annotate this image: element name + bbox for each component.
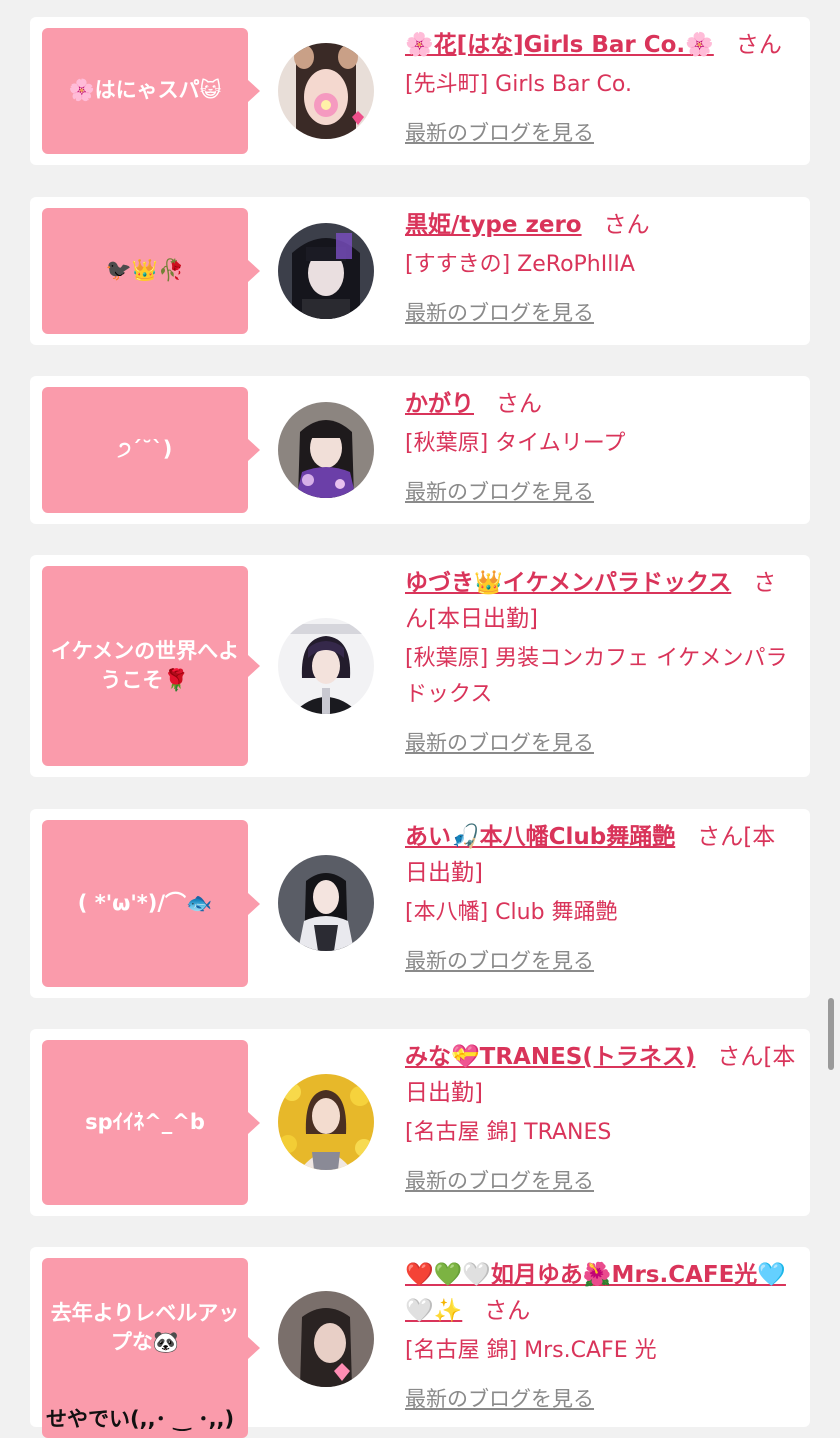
name-line: ゆづき👑イケメンパラドックス さん[本日出勤] (405, 565, 796, 637)
entry-info: 黒姫/type zero さん [すすきの] ZeRoPhIlIA 最新のブログを… (405, 207, 796, 327)
name-line: 🌸花[はな]Girls Bar Co.🌸 さん (405, 27, 796, 63)
message-bubble: spｲｲﾈ^_^b (42, 1040, 260, 1205)
latest-blog-link[interactable]: 最新のブログを見る (405, 727, 594, 757)
shop-label: [先斗町] Girls Bar Co. (405, 72, 632, 97)
honorific: さん (603, 212, 650, 238)
latest-blog-link[interactable]: 最新のブログを見る (405, 476, 594, 506)
entry-info: 🌸花[はな]Girls Bar Co.🌸 さん [先斗町] Girls Bar C… (405, 27, 796, 147)
blog-card: spｲｲﾈ^_^b みな💝TRANES(トラネス) さん[本日出勤] [名古屋 錦… (30, 1029, 810, 1216)
avatar[interactable] (278, 1074, 374, 1170)
message-text: イケメンの世界へようこそ🌹 (50, 638, 240, 692)
avatar[interactable] (278, 1291, 374, 1387)
name-line: あい🎣本八幡Club舞踊艶 さん[本日出勤] (405, 819, 796, 891)
latest-blog-link[interactable]: 最新のブログを見る (405, 1383, 594, 1413)
cast-name-link[interactable]: みな💝TRANES(トラネス) (405, 1044, 695, 1070)
blog-card: ੭ˊ˘ˋ) かがり さん [秋葉原] タイムリープ 最新のブログを見る (30, 376, 810, 524)
message-bubble: ੭ˊ˘ˋ) (42, 387, 260, 513)
message-text: 🐦‍⬛👑🥀 (105, 258, 185, 283)
shop-label: [すすきの] ZeRoPhIlIA (405, 252, 635, 277)
cast-name-link[interactable]: ❤️💚🤍如月ゆあ🌺Mrs.CAFE光🩵🤍✨ (405, 1262, 786, 1324)
avatar[interactable] (278, 855, 374, 951)
portrait-image (278, 1291, 374, 1387)
honorific: さん (735, 32, 782, 58)
shop-label: [秋葉原] タイムリープ (405, 431, 626, 456)
message-text: ( *'ω'*)/⌒🐟 (77, 890, 213, 915)
honorific: さん (484, 1298, 531, 1324)
shop-label: [名古屋 錦] Mrs.CAFE 光 (405, 1338, 657, 1363)
avatar[interactable] (278, 223, 374, 319)
message-text: 🌸はにゃスパ😺 (68, 78, 222, 103)
cast-name-link[interactable]: あい🎣本八幡Club舞踊艶 (405, 824, 675, 850)
latest-blog-link[interactable]: 最新のブログを見る (405, 297, 594, 327)
message-text: spｲｲﾈ^_^b (85, 1109, 205, 1134)
entry-info: ❤️💚🤍如月ゆあ🌺Mrs.CAFE光🩵🤍✨ さん [名古屋 錦] Mrs.CAFE… (405, 1257, 796, 1413)
avatar[interactable] (278, 43, 374, 139)
entry-info: かがり さん [秋葉原] タイムリープ 最新のブログを見る (405, 386, 796, 506)
name-line: ❤️💚🤍如月ゆあ🌺Mrs.CAFE光🩵🤍✨ さん (405, 1257, 796, 1329)
portrait-image (278, 223, 374, 319)
name-line: 黒姫/type zero さん (405, 207, 796, 243)
portrait-image (278, 1074, 374, 1170)
message-text: ੭ˊ˘ˋ) (117, 437, 173, 462)
blog-card: イケメンの世界へようこそ🌹 ゆづき👑イケメンパラドックス さん[本日出勤] [秋葉… (30, 555, 810, 777)
cast-name-link[interactable]: 🌸花[はな]Girls Bar Co.🌸 (405, 32, 714, 58)
avatar[interactable] (278, 402, 374, 498)
message-bubble: 🐦‍⬛👑🥀 (42, 208, 260, 334)
portrait-image (278, 855, 374, 951)
name-line: かがり さん (405, 386, 796, 422)
entry-info: あい🎣本八幡Club舞踊艶 さん[本日出勤] [本八幡] Club 舞踊艶 最新の… (405, 819, 796, 975)
message-bubble: イケメンの世界へようこそ🌹 (42, 566, 260, 766)
cast-name-link[interactable]: 黒姫/type zero (405, 212, 582, 238)
entry-info: みな💝TRANES(トラネス) さん[本日出勤] [名古屋 錦] TRANES 最… (405, 1039, 796, 1195)
message-bubble: ( *'ω'*)/⌒🐟 (42, 820, 260, 987)
blog-card: 去年よりレベルアップな🐼 せやでい(,,･ ‿ ･,,) ❤️💚🤍如月ゆあ🌺Mr… (30, 1247, 810, 1438)
shop-label: [本八幡] Club 舞踊艶 (405, 900, 618, 925)
portrait-image (278, 402, 374, 498)
message-extra-text: せやでい(,,･ ‿ ･,,) (46, 1406, 235, 1431)
scrollbar-thumb[interactable] (828, 998, 834, 1070)
message-text: 去年よりレベルアップな🐼 (50, 1300, 240, 1354)
entry-info: ゆづき👑イケメンパラドックス さん[本日出勤] [秋葉原] 男装コンカフェ イケメ… (405, 565, 796, 757)
avatar[interactable] (278, 618, 374, 714)
portrait-image (278, 618, 374, 714)
shop-label: [秋葉原] 男装コンカフェ イケメンパラドックス (405, 646, 788, 707)
blog-card: 🐦‍⬛👑🥀 黒姫/type zero さん [すすきの] ZeRoPhIlIA 最… (30, 197, 810, 345)
cast-name-link[interactable]: ゆづき👑イケメンパラドックス (405, 570, 731, 596)
shop-label: [名古屋 錦] TRANES (405, 1120, 612, 1145)
message-bubble: 去年よりレベルアップな🐼 せやでい(,,･ ‿ ･,,) (42, 1258, 260, 1438)
portrait-image (278, 43, 374, 139)
blog-card: 🌸はにゃスパ😺 🌸花[はな]Girls Bar Co.🌸 さん [先斗町] Gir… (30, 17, 810, 165)
latest-blog-link[interactable]: 最新のブログを見る (405, 945, 594, 975)
latest-blog-link[interactable]: 最新のブログを見る (405, 1165, 594, 1195)
name-line: みな💝TRANES(トラネス) さん[本日出勤] (405, 1039, 796, 1111)
message-bubble: 🌸はにゃスパ😺 (42, 28, 260, 154)
blog-card: ( *'ω'*)/⌒🐟 あい🎣本八幡Club舞踊艶 さん[本日出勤] [本八幡] … (30, 809, 810, 998)
latest-blog-link[interactable]: 最新のブログを見る (405, 117, 594, 147)
honorific: さん (496, 391, 542, 417)
cast-name-link[interactable]: かがり (405, 391, 474, 417)
